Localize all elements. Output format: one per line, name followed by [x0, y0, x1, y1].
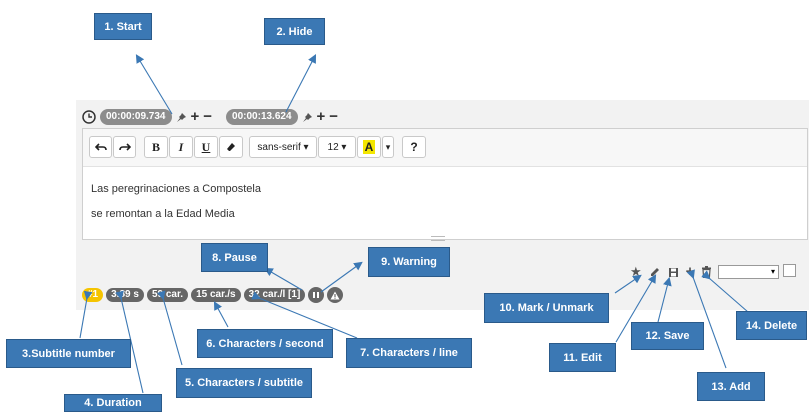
callout-characters-subtitle: 5. Characters / subtitle [176, 368, 312, 398]
callout-add: 13. Add [697, 372, 765, 401]
callout-warning: 9. Warning [368, 247, 450, 277]
callout-delete: 14. Delete [736, 311, 807, 340]
callout-characters-line: 7. Characters / line [346, 338, 472, 368]
callout-characters-second: 6. Characters / second [197, 329, 333, 358]
callout-save: 12. Save [631, 322, 704, 350]
callout-mark-unmark: 10. Mark / Unmark [484, 293, 609, 323]
callout-edit: 11. Edit [549, 343, 616, 372]
callout-duration: 4. Duration [64, 394, 162, 412]
callout-start: 1. Start [94, 13, 152, 40]
callout-subtitle-number: 3.Subtitle number [6, 339, 131, 368]
callout-pause: 8. Pause [201, 243, 268, 272]
callout-hide: 2. Hide [264, 18, 325, 45]
